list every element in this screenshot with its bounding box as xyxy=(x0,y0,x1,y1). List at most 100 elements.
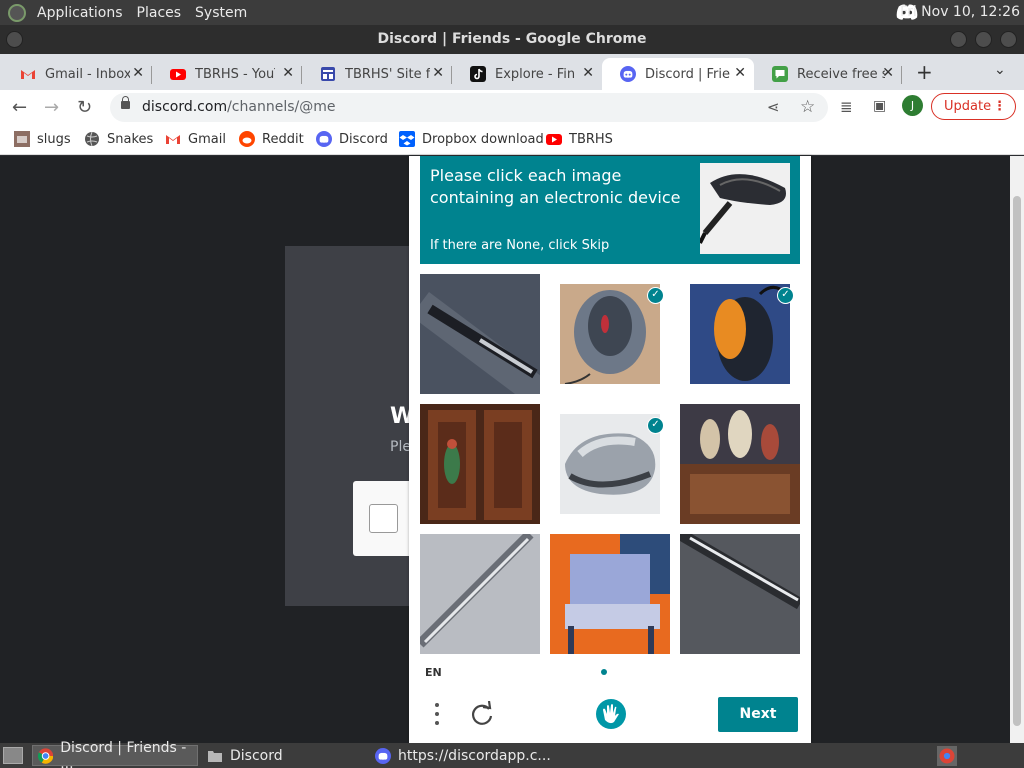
menu-places[interactable]: Places xyxy=(130,5,189,21)
sample-image xyxy=(700,163,790,254)
forward-icon[interactable]: → xyxy=(44,97,59,118)
selected-check-icon: ✓ xyxy=(647,287,664,304)
globe-icon xyxy=(85,131,99,147)
chrome-tray-icon[interactable] xyxy=(937,746,957,766)
tab-gmail[interactable]: Gmail - Inbox ✕ xyxy=(2,58,152,90)
tab-tbrhs-site[interactable]: TBRHS' Site for ✕ xyxy=(302,58,452,90)
star-icon[interactable]: ☆ xyxy=(800,97,815,117)
url-text[interactable]: discord.com/channels/@me xyxy=(142,99,335,115)
image-icon xyxy=(14,131,30,147)
next-button[interactable]: Next xyxy=(718,697,798,732)
tile-1[interactable] xyxy=(420,274,540,394)
youtube-icon xyxy=(546,134,562,145)
window-title: Discord | Friends - Google Chrome xyxy=(377,31,647,47)
tab-label: Receive free sm xyxy=(797,66,885,82)
profile-avatar[interactable]: J xyxy=(902,95,923,116)
bookmark-slugs[interactable]: slugs xyxy=(14,131,71,147)
close-icon[interactable]: ✕ xyxy=(432,65,444,81)
tile-5[interactable]: ✓ xyxy=(550,404,670,524)
lock-icon[interactable] xyxy=(121,96,130,109)
refresh-icon[interactable] xyxy=(469,701,495,727)
tab-label: TBRHS - YouTube xyxy=(195,66,275,82)
address-bar[interactable]: discord.com/channels/@me ⋖ ☆ xyxy=(110,93,828,122)
panel-clock[interactable]: Fri Nov 10, 12:26 xyxy=(900,4,1020,20)
tile-9[interactable] xyxy=(680,534,800,654)
tab-youtube[interactable]: TBRHS - YouTube ✕ xyxy=(152,58,302,90)
top-panel: Applications Places System Fri Nov 10, 1… xyxy=(0,0,1024,25)
challenge-prompt: Please click each image containing an el… xyxy=(430,166,681,207)
discord-icon xyxy=(375,747,391,764)
bookmark-tbrhs[interactable]: TBRHS xyxy=(546,131,613,147)
taskbar: Discord | Friends - ... Discord https://… xyxy=(0,740,1024,768)
window-title-bar[interactable]: Discord | Friends - Google Chrome xyxy=(0,25,1024,54)
menu-system[interactable]: System xyxy=(188,5,254,21)
tile-image-pen xyxy=(420,274,540,394)
selected-check-icon: ✓ xyxy=(647,417,664,434)
bookmarks-bar: slugs Snakes Gmail Reddit Discord Dropbo… xyxy=(0,125,1024,155)
scrollbar-thumb[interactable] xyxy=(1013,196,1021,726)
back-icon[interactable]: ← xyxy=(12,97,27,118)
tab-label: TBRHS' Site for xyxy=(345,66,430,82)
bookmark-gmail[interactable]: Gmail xyxy=(165,131,226,147)
discord-icon xyxy=(620,66,636,82)
bookmark-reddit[interactable]: Reddit xyxy=(239,131,304,147)
media-control-icon[interactable]: ≣ xyxy=(840,98,853,116)
page-scrollbar[interactable] xyxy=(1010,156,1024,743)
tile-image-mouse xyxy=(690,284,790,384)
dropbox-icon xyxy=(399,131,415,147)
selected-check-icon: ✓ xyxy=(777,287,794,304)
tab-label: Gmail - Inbox xyxy=(45,66,130,82)
tab-label: Discord | Friends xyxy=(645,66,730,82)
tile-4[interactable] xyxy=(420,404,540,524)
close-icon[interactable]: ✕ xyxy=(132,65,144,81)
tile-7[interactable] xyxy=(420,534,540,654)
discord-icon xyxy=(316,131,332,147)
tile-image-pen xyxy=(420,534,540,654)
language-selector[interactable]: EN xyxy=(425,666,442,679)
task-discordapp[interactable]: https://discordapp.c... xyxy=(370,745,566,766)
tile-image-mouse xyxy=(560,284,660,384)
bookmark-dropbox-download[interactable]: Dropbox download xyxy=(399,131,544,147)
share-icon[interactable]: ⋖ xyxy=(767,98,780,116)
bookmark-discord[interactable]: Discord xyxy=(316,131,388,147)
menu-applications[interactable]: Applications xyxy=(30,5,130,21)
show-desktop-icon[interactable] xyxy=(3,747,23,764)
close-icon[interactable]: ✕ xyxy=(582,65,594,81)
tile-2[interactable]: ✓ xyxy=(550,274,670,394)
page-indicator-dot xyxy=(601,669,607,675)
menu-icon[interactable] xyxy=(434,701,440,729)
close-icon[interactable]: ✕ xyxy=(734,65,746,81)
captcha-checkbox[interactable] xyxy=(369,504,398,533)
task-chrome-discord[interactable]: Discord | Friends - ... xyxy=(32,740,198,768)
close-icon[interactable]: ✕ xyxy=(282,65,294,81)
browser-toolbar: ← → ↻ discord.com/channels/@me ⋖ ☆ ≣ ▣ xyxy=(0,90,1024,125)
maximize-button[interactable] xyxy=(975,31,992,48)
close-icon[interactable]: ✕ xyxy=(882,65,894,81)
minimize-button[interactable] xyxy=(950,31,967,48)
reddit-icon xyxy=(239,131,255,147)
reload-icon[interactable]: ↻ xyxy=(77,97,92,118)
gnome-logo-icon[interactable] xyxy=(8,3,26,22)
tile-8[interactable] xyxy=(550,534,670,654)
bookmark-snakes[interactable]: Snakes xyxy=(84,131,153,147)
tile-image-chair xyxy=(550,534,670,654)
tab-label: Explore - Find xyxy=(495,66,575,82)
more-options-icon[interactable]: ⋮ xyxy=(993,94,1006,119)
side-panel-icon[interactable]: ▣ xyxy=(873,98,886,114)
close-window-button[interactable] xyxy=(1000,31,1017,48)
folder-icon xyxy=(208,750,222,762)
hcaptcha-logo-icon[interactable] xyxy=(595,698,627,730)
update-button[interactable]: Update ⋮ xyxy=(931,93,1016,120)
tile-3[interactable]: ✓ xyxy=(680,274,800,394)
tab-tiktok[interactable]: Explore - Find ✕ xyxy=(452,58,602,90)
task-discord-folder[interactable]: Discord xyxy=(202,745,368,766)
window-menu-button[interactable] xyxy=(6,31,23,48)
youtube-icon xyxy=(170,69,186,80)
tab-discord[interactable]: Discord | Friends ✕ xyxy=(602,58,754,90)
tile-image-mouse xyxy=(560,414,660,514)
tiktok-icon xyxy=(470,66,486,82)
chevron-down-icon[interactable]: ⌄ xyxy=(994,62,1006,78)
new-tab-icon[interactable]: + xyxy=(916,60,933,84)
tab-receive-sms[interactable]: Receive free sm ✕ xyxy=(754,58,902,90)
tile-6[interactable] xyxy=(680,404,800,524)
